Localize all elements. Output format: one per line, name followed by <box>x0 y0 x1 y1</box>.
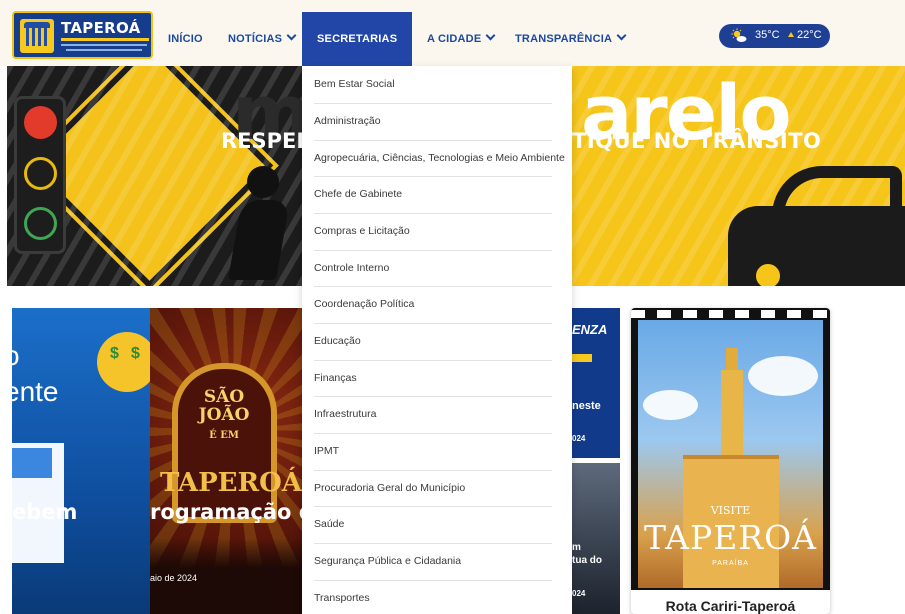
sao-joao-text: SÃO JOÃO <box>198 387 250 425</box>
temp-up-arrow-icon <box>788 32 794 37</box>
menu-item-seguranca-publica[interactable]: Segurança Pública e Cidadania <box>314 543 564 580</box>
card1-text: oente <box>12 340 59 407</box>
news-card-1[interactable]: oente ebem <box>12 308 150 614</box>
menu-item-procuradoria[interactable]: Procuradoria Geral do Município <box>314 470 564 507</box>
news-card-2[interactable]: SÃO JOÃO É EM TAPEROÁ rogramação do aio … <box>150 308 302 614</box>
chevron-down-icon <box>286 30 297 41</box>
nav-transparencia-label: TRANSPARÊNCIA <box>515 33 613 45</box>
chevron-down-icon <box>485 30 496 41</box>
card3-heading: ENZA <box>572 322 608 337</box>
news-card-2-title: rogramação do <box>150 500 302 524</box>
nav-inicio-label: INÍCIO <box>168 33 203 45</box>
logo-tagline-2 <box>66 49 142 51</box>
pedestrian-icon <box>221 166 301 286</box>
nav-noticias-label: NOTÍCIAS <box>228 33 283 45</box>
logo-tagline <box>61 44 147 46</box>
sao-joao-logo: SÃO JOÃO É EM <box>176 388 272 445</box>
poster-visite-text: VISITE <box>710 504 751 517</box>
menu-item-compras-e-licitacao[interactable]: Compras e Licitação <box>314 213 564 250</box>
site-header: TAPEROÁ INÍCIO NOTÍCIAS SECRETARIAS A CI… <box>0 0 905 95</box>
banner-tagline-right: TIQUE NO TRÂNSITO <box>572 129 822 153</box>
menu-item-controle-interno[interactable]: Controle Interno <box>314 250 564 287</box>
nav-secretarias[interactable]: SECRETARIAS <box>302 12 412 95</box>
nav-noticias[interactable]: NOTÍCIAS <box>228 12 297 66</box>
news-card-3[interactable]: ENZA neste 024 <box>572 308 620 458</box>
traffic-light-icon <box>14 96 66 254</box>
menu-item-saude[interactable]: Saúde <box>314 506 564 543</box>
nav-a-cidade[interactable]: A CIDADE <box>427 12 496 66</box>
logo-emblem-icon <box>20 19 54 53</box>
money-face-emoji-icon <box>97 332 150 392</box>
nav-a-cidade-label: A CIDADE <box>427 33 482 45</box>
card3-yellow-bar <box>572 354 592 362</box>
traffic-light-green <box>24 207 57 240</box>
tourism-poster: VISITE TAPEROÁ PARAÍBA <box>631 308 830 590</box>
pedestrian-body <box>227 200 291 280</box>
nav-inicio[interactable]: INÍCIO <box>168 12 203 66</box>
church-spire <box>726 348 738 372</box>
menu-item-chefe-de-gabinete[interactable]: Chefe de Gabinete <box>314 176 564 213</box>
pedestrian-head <box>247 166 279 198</box>
menu-item-educacao[interactable]: Educação <box>314 323 564 360</box>
card3-date: 024 <box>572 434 586 443</box>
card1-blue-block <box>12 448 52 478</box>
menu-item-coordenacao-politica[interactable]: Coordenação Política <box>314 286 564 323</box>
car-icon <box>728 166 905 286</box>
tourism-card[interactable]: VISITE TAPEROÁ PARAÍBA Rota Cariri-Taper… <box>631 308 830 614</box>
nav-secretarias-label: SECRETARIAS <box>317 33 398 45</box>
logo-text: TAPEROÁ <box>61 19 141 37</box>
news-card-1-title: ebem <box>12 500 78 524</box>
menu-item-administracao[interactable]: Administração <box>314 103 564 140</box>
menu-item-financas[interactable]: Finanças <box>314 360 564 397</box>
traffic-light-yellow <box>24 157 57 190</box>
church-tower <box>721 370 743 460</box>
logo-underline <box>61 38 149 41</box>
news-card-4[interactable]: m tua do 024 <box>572 463 620 614</box>
poster-taperoa-text: TAPEROÁ <box>643 518 818 557</box>
taperoa-logo[interactable]: TAPEROÁ <box>12 11 153 59</box>
poster-film-edge <box>631 310 830 318</box>
menu-item-bem-estar-social[interactable]: Bem Estar Social <box>314 66 564 103</box>
card3-subtext: neste <box>572 400 601 412</box>
weather-min-temp: 22°C <box>797 29 822 41</box>
news-card-2-date: aio de 2024 <box>150 573 198 583</box>
menu-item-ipmt[interactable]: IPMT <box>314 433 564 470</box>
sun-cloud-icon <box>731 28 747 42</box>
tourism-card-caption: Rota Cariri-Taperoá <box>665 598 796 614</box>
menu-item-transportes[interactable]: Transportes <box>314 580 564 614</box>
nav-transparencia[interactable]: TRANSPARÊNCIA <box>515 12 627 66</box>
e-em-text: É EM <box>209 430 239 441</box>
menu-item-infraestrutura[interactable]: Infraestrutura <box>314 396 564 433</box>
card4-title: m tua do <box>572 542 602 566</box>
weather-widget[interactable]: 35°C 22°C <box>719 24 830 48</box>
secretarias-dropdown: Bem Estar Social Administração Agropecuá… <box>302 66 572 614</box>
page: mo arelo RESPEITO TIQUE NO TRÂNSITO oent… <box>0 0 905 614</box>
poster-state-text: PARAÍBA <box>712 560 749 567</box>
menu-item-agropecuaria[interactable]: Agropecuária, Ciências, Tecnologias e Me… <box>314 140 565 177</box>
chevron-down-icon <box>616 30 627 41</box>
card2-taperoa-text: TAPEROÁ <box>160 468 302 498</box>
traffic-light-red <box>24 106 57 139</box>
weather-max-temp: 35°C <box>755 29 780 41</box>
card4-date: 024 <box>572 589 586 598</box>
